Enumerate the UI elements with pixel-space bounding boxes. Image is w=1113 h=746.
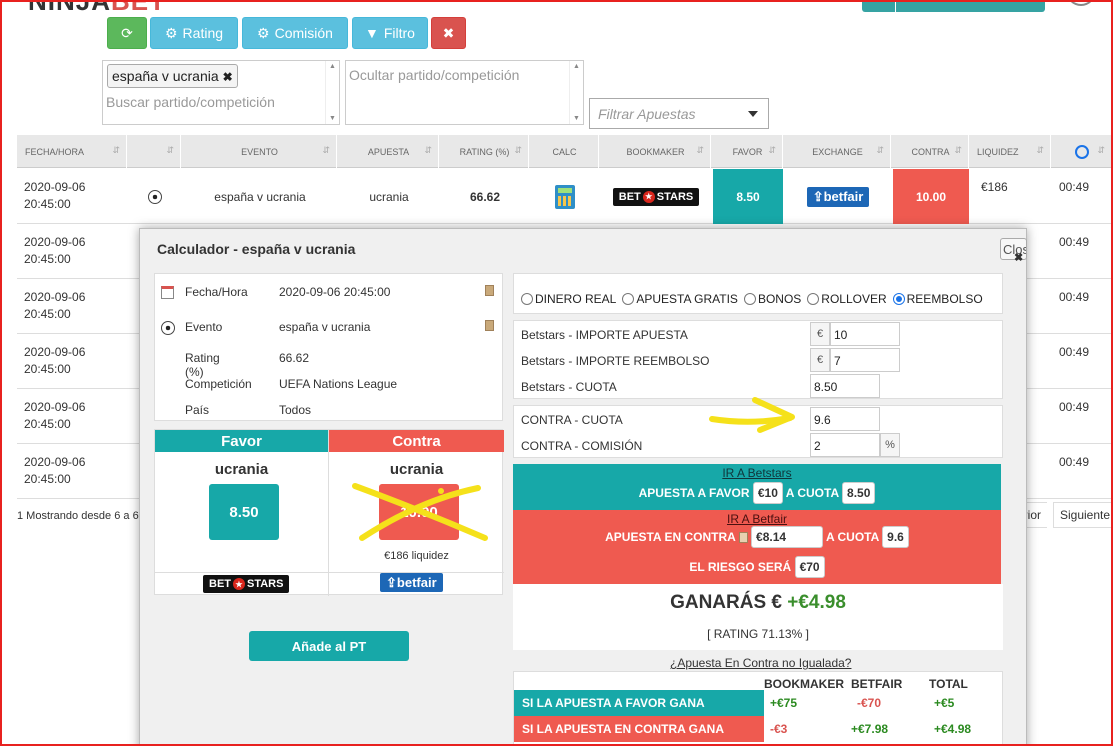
mode-bonus[interactable]: BONOS [743, 292, 801, 306]
col-rating[interactable]: RATING (%) ⇵ [441, 135, 529, 168]
result-panel: GANARÁS € +€4.98 [ RATING 71.13% ] [513, 584, 1003, 650]
gears-icon: ⚙ [257, 24, 270, 41]
modal-title: Calculador - españa v ucrania [157, 241, 356, 257]
calendar-icon [161, 286, 174, 299]
col-calc: CALC [531, 135, 599, 168]
col-exchange[interactable]: EXCHANGE ⇵ [785, 135, 891, 168]
profit-label: GANARÁS € [670, 592, 782, 613]
search-input[interactable]: Buscar partido/competición [106, 94, 275, 110]
add-to-pt-button[interactable]: Añade al PT [249, 631, 409, 661]
contra-pick: ucrania [389, 461, 444, 478]
profit-value: +€4.98 [787, 592, 846, 613]
favor-header: Favor [155, 430, 328, 452]
bet-cell: ucrania [369, 189, 409, 204]
scrollbar[interactable] [325, 61, 339, 124]
commission-button[interactable]: ⚙ Comisión [242, 17, 348, 49]
back-band: IR A Betstars APUESTA A FAVOR €10 A CUOT… [513, 464, 1001, 510]
betfair-logo[interactable]: ⇪betfair [806, 186, 870, 207]
bets-filter-select[interactable]: Filtrar Apuestas [589, 98, 769, 129]
rating-cell: 66.62 [469, 189, 501, 204]
close-icon[interactable]: ✖ [1014, 251, 1023, 264]
mode-refund[interactable]: REEMBOLSO [892, 292, 983, 306]
header-button[interactable] [862, 0, 1045, 12]
col-liquidity[interactable]: LIQUIDEZ ⇵ [971, 135, 1051, 168]
col-time[interactable]: ⇵ [1053, 135, 1112, 168]
funnel-icon: ▼ [365, 25, 379, 41]
avatar[interactable] [1066, 0, 1096, 6]
copy-icon[interactable] [485, 320, 494, 331]
filter-button[interactable]: ▼ Filtro [352, 17, 428, 49]
col-event[interactable]: EVENTO ⇵ [183, 135, 337, 168]
event-search-box[interactable]: españa v ucrania ✖ Buscar partido/competi… [102, 60, 340, 125]
table-row[interactable]: 2020-09-06 20:45:00 españa v ucrania ucra… [17, 169, 1112, 224]
col-bet[interactable]: APUESTA ⇵ [339, 135, 439, 168]
calculator-modal: Calculador - españa v ucrania Close ✖ Fe… [139, 228, 1027, 746]
refresh-button[interactable]: ⟳ [107, 17, 147, 49]
calculator-icon[interactable] [555, 184, 575, 209]
event-info-panel: Fecha/Hora 2020-09-06 20:45:00 Evento es… [154, 273, 503, 421]
favor-odds[interactable]: 8.50 [209, 484, 279, 540]
scrollbar[interactable] [569, 61, 583, 124]
mode-real-money[interactable]: DINERO REAL [521, 292, 616, 306]
unmatched-bet-link[interactable]: ¿Apuesta En Contra no Igualada? [670, 656, 851, 670]
mode-rollover[interactable]: ROLLOVER [807, 292, 887, 306]
event-tag[interactable]: españa v ucrania ✖ [107, 64, 238, 88]
col-sport[interactable]: ⇵ [129, 135, 181, 168]
copy-icon[interactable] [738, 532, 748, 544]
mode-free-bet[interactable]: APUESTA GRATIS [622, 292, 738, 306]
refund-input[interactable]: 7 [830, 348, 900, 372]
stake-input[interactable]: 10 [830, 322, 900, 346]
close-icon: ✖ [442, 24, 455, 41]
favor-odds-cell[interactable]: 8.50 [713, 169, 783, 224]
lay-band: IR A Betfair APUESTA EN CONTRA €8.14 A C… [513, 510, 1001, 584]
summary-row-favor-wins: SI LA APUESTA A FAVOR GANA [514, 690, 764, 716]
gears-icon: ⚙ [164, 24, 178, 41]
col-date[interactable]: FECHA/HORA ⇵ [17, 135, 127, 168]
soccer-ball-icon [161, 321, 175, 335]
betstars-logo[interactable]: BET ★ STARS [203, 575, 290, 593]
col-favor[interactable]: FAVOR ⇵ [713, 135, 783, 168]
event-cell: españa v ucrania [214, 189, 306, 204]
contra-odds-cell[interactable]: 10.00 [893, 169, 969, 224]
contra-header: Contra [329, 430, 504, 452]
result-rating: [ RATING 71.13% ] [707, 627, 809, 641]
go-betstars-link[interactable]: IR A Betstars [513, 466, 1001, 480]
odds-panel: Favor Contra ucrania ucrania 8.50 10.00 … [154, 429, 504, 596]
col-bookmaker[interactable]: BOOKMAKER ⇵ [601, 135, 711, 168]
lay-odds-input[interactable]: 9.6 [810, 407, 880, 431]
table-footer-info: 1 Mostrando desde 6 a 6 [17, 510, 139, 522]
exchange-form: CONTRA - CUOTA 9.6 CONTRA - COMISIÓN 2 % [513, 405, 1003, 458]
betfair-logo[interactable]: ⇪betfair [380, 573, 443, 592]
lay-stake-field[interactable]: €8.14 [751, 526, 824, 548]
bookmaker-form: Betstars - IMPORTE APUESTA € 10 Betstars… [513, 320, 1003, 399]
go-betfair-link[interactable]: IR A Betfair [513, 512, 1001, 526]
summary-row-contra-wins: SI LA APUESTA EN CONTRA GANA [514, 716, 764, 742]
summary-table: BOOKMAKER BETFAIR TOTAL SI LA APUESTA A … [513, 671, 1003, 746]
hide-event-box[interactable]: Ocultar partido/competición [345, 60, 584, 125]
col-contra[interactable]: CONTRA ⇵ [893, 135, 969, 168]
contra-liquidity: €186 liquidez [384, 550, 449, 562]
betstars-logo[interactable]: BET ★ STARS [612, 187, 700, 206]
commission-input[interactable]: 2 [810, 433, 880, 457]
remove-tag-icon[interactable]: ✖ [223, 70, 233, 84]
favor-pick: ucrania [214, 461, 269, 478]
pager-next[interactable]: Siguiente [1053, 502, 1113, 528]
time-cell: 00:49 [1059, 180, 1090, 194]
refresh-icon: ⟳ [121, 24, 133, 41]
chevron-down-icon [748, 111, 758, 117]
hide-input[interactable]: Ocultar partido/competición [349, 67, 519, 83]
clear-button[interactable]: ✖ [431, 17, 466, 49]
table-header: FECHA/HORA ⇵ ⇵ EVENTO ⇵ APUESTA ⇵ RATING (%… [17, 135, 1112, 168]
rating-button[interactable]: ⚙ Rating [150, 17, 238, 49]
soccer-ball-icon [148, 189, 162, 204]
liquidity-cell: €186 [981, 180, 1008, 194]
mode-panel: DINERO REAL APUESTA GRATIS BONOS ROLLOVE… [513, 273, 1003, 314]
site-logo[interactable]: NINJABET [28, 0, 166, 17]
contra-odds[interactable]: 10.00 [379, 484, 459, 540]
clock-icon [1075, 144, 1089, 159]
odds-input[interactable]: 8.50 [810, 374, 880, 398]
copy-icon[interactable] [485, 285, 494, 296]
